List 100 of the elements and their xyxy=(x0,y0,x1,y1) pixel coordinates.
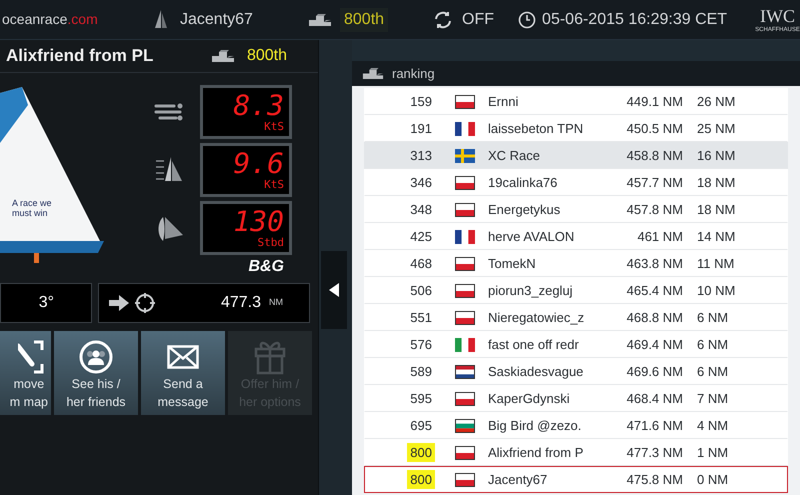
rank-number: 800 xyxy=(407,442,435,462)
gap-cell-text: 16 NM xyxy=(697,146,736,165)
envelope-icon xyxy=(167,345,199,369)
flag-icon xyxy=(454,148,474,162)
ranking-row[interactable]: 576 fast one off redr 469.4 NM 6 NM xyxy=(364,331,788,358)
heading-display: 3° xyxy=(0,283,92,323)
rank-number: 589 xyxy=(409,362,433,381)
player-name: Big Bird @zezo. xyxy=(488,416,582,435)
player-name: Nieregatowiec_z xyxy=(488,308,586,327)
action-button[interactable]: Send a message xyxy=(141,331,225,415)
gap-cell-text: 0 NM xyxy=(697,470,728,489)
distance-cell-text: 457.8 NM xyxy=(626,200,683,219)
flag-icon xyxy=(454,364,474,378)
ranking-row[interactable]: 800 Alixfriend from P 477.3 NM 1 NM xyxy=(364,439,788,466)
distance-cell-text: 477.3 NM xyxy=(626,444,683,462)
flag-icon xyxy=(454,202,474,216)
flag-icon xyxy=(454,94,474,108)
player-rank: 800th xyxy=(340,8,388,32)
ranking-row[interactable]: 348 Energetykus 457.8 NM 18 NM xyxy=(364,196,788,223)
ranking-row[interactable]: 589 Saskiadesvague 469.6 NM 6 NM xyxy=(364,358,788,385)
flag-icon xyxy=(454,230,474,244)
ranking-row[interactable]: 468 TomekN 463.8 NM 11 NM xyxy=(364,250,788,277)
rank-number: 191 xyxy=(409,120,433,138)
flag-icon xyxy=(454,446,474,460)
gap-cell-text: 6 NM xyxy=(697,336,728,354)
distance-cell-text: 469.6 NM xyxy=(626,362,683,381)
player-name: Saskiadesvague xyxy=(488,362,584,381)
player-name: XC Race xyxy=(488,146,542,165)
instrument-display: 8.3 KtS xyxy=(200,85,292,139)
player-name: TomekN xyxy=(488,254,537,273)
distance-cell-text: 449.1 NM xyxy=(626,92,683,111)
distance-cell-text: 461 NM xyxy=(636,228,683,246)
distance-cell-text: 469.4 NM xyxy=(626,336,683,354)
player-name: 19calinka76 xyxy=(488,174,558,192)
ranking-row[interactable]: 313 XC Race 458.8 NM 16 NM xyxy=(364,142,788,169)
distance-cell-text: 468.4 NM xyxy=(626,390,683,408)
player-name: Jacenty67 xyxy=(488,470,548,489)
rank-number: 551 xyxy=(409,308,433,327)
rank-number: 506 xyxy=(409,282,433,300)
flag-icon xyxy=(454,176,474,190)
gap-cell-text: 10 NM xyxy=(697,282,736,300)
rank-number: 695 xyxy=(409,416,433,435)
player-name: Ernni xyxy=(488,92,520,111)
gift-icon xyxy=(254,339,286,375)
player-name: herve AVALON xyxy=(488,228,576,246)
ranking-row[interactable]: 425 herve AVALON 461 NM 14 NM xyxy=(364,223,788,250)
player-name: Jacenty67 xyxy=(180,10,254,30)
gap-cell-text: 18 NM xyxy=(697,200,736,219)
instrument-display: 130 Stbd xyxy=(200,201,292,255)
rank-number: 425 xyxy=(409,228,433,246)
gap-cell-text: 11 NM xyxy=(697,254,734,273)
rank-number: 468 xyxy=(409,254,433,273)
boat-name: Alixfriend from PL xyxy=(6,45,154,68)
distance-cell-text: 458.8 NM xyxy=(626,146,683,165)
gap-cell-text: 26 NM xyxy=(697,92,736,111)
player-name: Alixfriend from P xyxy=(488,444,584,462)
flag-icon xyxy=(454,392,474,406)
rank-number: 313 xyxy=(409,146,433,165)
distance-cell-text: 463.8 NM xyxy=(626,254,683,273)
gap-cell-text: 14 NM xyxy=(697,228,736,246)
collapse-tab[interactable] xyxy=(321,250,347,328)
rank-number: 346 xyxy=(409,174,433,192)
distance-cell-text: 468.8 NM xyxy=(626,308,683,327)
gap-cell-text: 6 NM xyxy=(697,308,728,327)
ranking-row[interactable]: 191 laissebeton TPN 450.5 NM 25 NM xyxy=(364,115,788,142)
flag-icon xyxy=(454,256,474,270)
player-name: piorun3_zegluj xyxy=(488,282,574,300)
gap-cell-text: 6 NM xyxy=(697,362,728,381)
rank-number: 348 xyxy=(409,200,433,219)
flag-icon xyxy=(454,310,474,324)
player-name: laissebeton TPN xyxy=(488,120,584,138)
sailboat-icon xyxy=(154,10,168,30)
action-button[interactable]: move m map xyxy=(0,331,51,415)
rank-number: 576 xyxy=(409,336,433,354)
flag-icon xyxy=(454,472,474,486)
ranking-header: ranking xyxy=(352,61,800,86)
gap-cell-text: 18 NM xyxy=(697,174,736,192)
ranking-row[interactable]: 800 Jacenty67 475.8 NM 0 NM xyxy=(364,466,788,493)
brand-logo: B&G xyxy=(248,259,284,275)
arrow-icon xyxy=(109,295,129,311)
date-time: 05-06-2015 16:29:39 CET xyxy=(542,10,728,30)
rank-number: 800 xyxy=(407,470,435,490)
gap-cell-text: 7 NM xyxy=(697,390,728,408)
distance-value: 477.3 xyxy=(220,293,261,313)
site-logo: oceanrace.com xyxy=(2,10,99,29)
distance-cell-text: 457.7 NM xyxy=(626,174,683,192)
flag-icon xyxy=(454,122,474,136)
ranking-row[interactable]: 595 KaperGdynski 468.4 NM 7 NM xyxy=(364,385,788,412)
ranking-row[interactable]: 506 piorun3_zegluj 465.4 NM 10 NM xyxy=(364,277,788,304)
gap-cell-text: 25 NM xyxy=(697,120,736,138)
ranking-row[interactable]: 346 19calinka76 457.7 NM 18 NM xyxy=(364,169,788,196)
refresh-icon xyxy=(434,10,452,28)
ranking-row[interactable]: 695 Big Bird @zezo. 471.6 NM 4 NM xyxy=(364,412,788,439)
sail-slogan: A race we must win xyxy=(12,198,53,218)
ranking-row[interactable]: 159 Ernni 449.1 NM 26 NM xyxy=(364,88,788,115)
podium-icon xyxy=(362,67,384,80)
flag-icon xyxy=(454,284,474,298)
action-button[interactable]: See his / her friends xyxy=(54,331,138,415)
distance-unit: NM xyxy=(269,296,283,310)
ranking-row[interactable]: 551 Nieregatowiec_z 468.8 NM 6 NM xyxy=(364,304,788,331)
